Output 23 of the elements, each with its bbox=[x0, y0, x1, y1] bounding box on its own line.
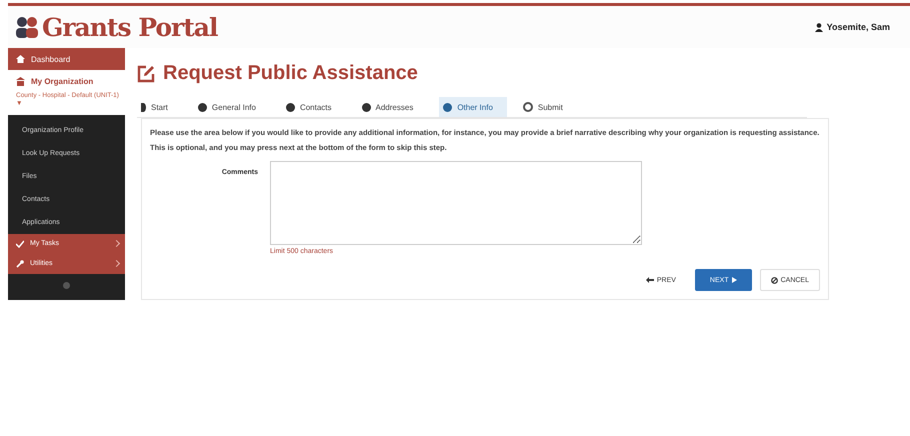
step-tab[interactable]: Addresses bbox=[358, 97, 428, 117]
left-arrow-icon bbox=[646, 277, 654, 283]
sidebar-item[interactable]: My Organization bbox=[8, 70, 125, 92]
title-text: Request Public Assistance bbox=[163, 62, 418, 85]
building-icon bbox=[16, 76, 25, 86]
step-tab[interactable]: Start bbox=[137, 97, 182, 117]
wrench-icon bbox=[16, 260, 24, 268]
step-tab[interactable]: General Info bbox=[194, 97, 270, 117]
cancel-icon bbox=[770, 276, 778, 284]
edit-icon bbox=[137, 64, 155, 82]
step-tab[interactable]: Contacts bbox=[282, 97, 346, 117]
step-tab[interactable]: Submit bbox=[518, 97, 577, 117]
step-tab[interactable]: Other Info bbox=[439, 97, 507, 117]
caret-icon bbox=[732, 277, 737, 283]
home-icon bbox=[16, 55, 25, 63]
logo-text[interactable]: Grants Portal bbox=[42, 12, 218, 42]
user-icon bbox=[814, 22, 823, 32]
check-icon bbox=[16, 240, 24, 248]
people-logo-icon bbox=[14, 16, 40, 38]
sidebar-item[interactable]: Dashboard bbox=[8, 48, 125, 70]
collapse-icon[interactable] bbox=[63, 282, 70, 289]
user-name[interactable]: Yosemite, Sam bbox=[826, 22, 890, 32]
comments-field[interactable] bbox=[270, 161, 642, 245]
